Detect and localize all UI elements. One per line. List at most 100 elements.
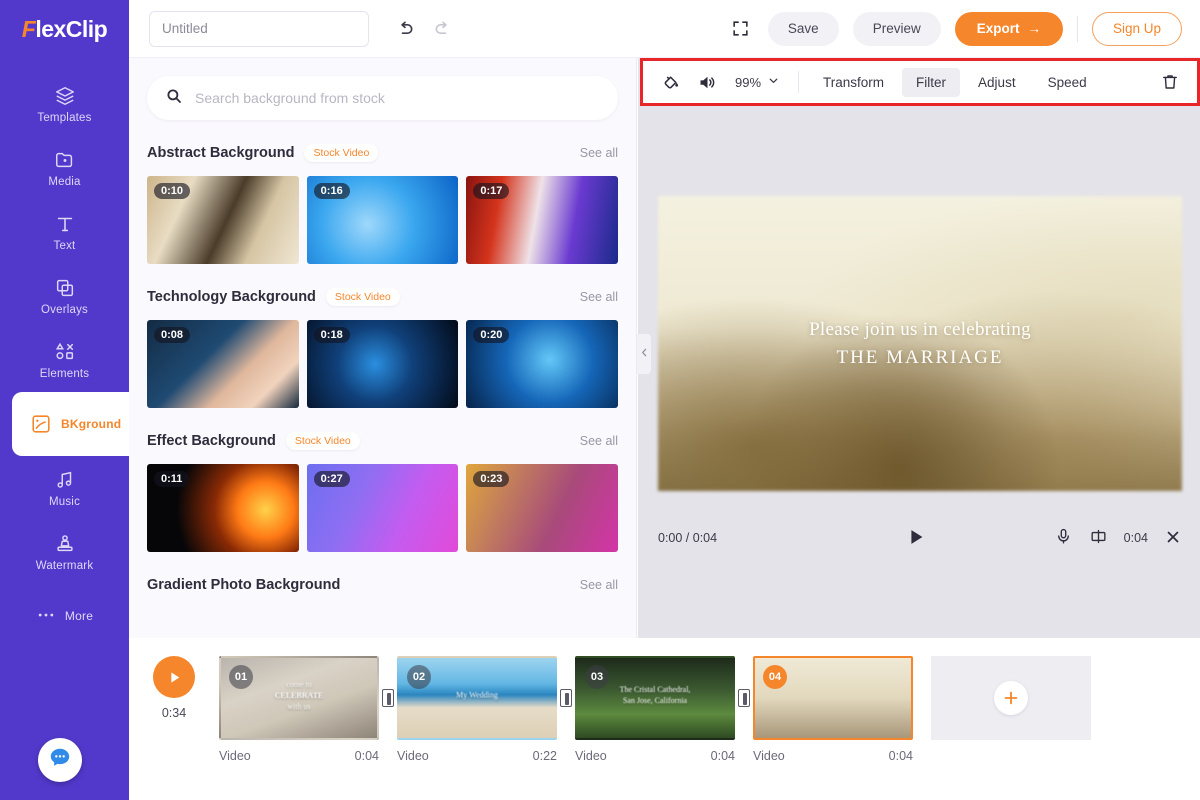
fullscreen-icon[interactable]	[728, 16, 754, 42]
section-thumbnails: 0:11 0:27 0:23	[147, 464, 619, 552]
clip-meta: Video 0:04	[575, 749, 735, 763]
see-all-link[interactable]: See all	[580, 146, 618, 160]
duration-badge: 0:27	[313, 471, 350, 487]
clip-meta: Video 0:04	[219, 749, 379, 763]
media-folder-icon	[54, 149, 76, 171]
background-thumbnail[interactable]: 0:23	[466, 464, 619, 552]
volume-icon[interactable]	[691, 66, 723, 98]
library-section-gradient-photo: Gradient Photo Background See all	[147, 572, 618, 598]
chat-support-button[interactable]	[38, 738, 82, 782]
chevron-down-icon	[767, 74, 780, 90]
microphone-icon[interactable]	[1054, 527, 1073, 549]
toolbar-divider	[798, 71, 800, 93]
sidebar-item-more[interactable]: More	[0, 584, 129, 648]
close-x-icon[interactable]	[1164, 528, 1182, 549]
section-thumbnails: 0:08 0:18 0:20	[147, 320, 619, 408]
search-icon	[165, 87, 183, 110]
duration-badge: 0:08	[154, 327, 191, 343]
sidebar-item-bkground[interactable]: BKground	[12, 392, 129, 456]
clip-thumbnail[interactable]: 01 come to CELEBRATE with us	[219, 656, 379, 740]
play-icon[interactable]	[905, 526, 927, 551]
see-all-link[interactable]: See all	[580, 578, 618, 592]
sidebar-item-label: Overlays	[41, 303, 88, 316]
video-preview-canvas[interactable]	[658, 196, 1182, 491]
clip-number-badge: 02	[407, 665, 431, 689]
text-t-icon	[54, 213, 76, 235]
elements-shapes-icon	[54, 341, 76, 363]
background-thumbnail[interactable]: 0:10	[147, 176, 299, 264]
export-label: Export	[976, 21, 1020, 36]
player-controls: 0:00 / 0:04 0:04	[658, 508, 1182, 568]
clip-meta: Video 0:04	[753, 749, 913, 763]
panel-collapse-handle[interactable]	[637, 334, 651, 374]
background-thumbnail[interactable]: 0:16	[306, 176, 459, 264]
transition-icon[interactable]	[557, 656, 575, 740]
section-thumbnails: 0:10 0:16 0:17	[147, 176, 619, 264]
section-title: Gradient Photo Background	[147, 577, 341, 593]
project-title-input[interactable]	[149, 10, 369, 47]
sidebar-item-media[interactable]: Media	[0, 136, 129, 200]
clip-overlay-text: The Cristal Cathedral, San Jose, Californ…	[619, 685, 691, 706]
export-button[interactable]: Export →	[954, 11, 1063, 46]
player-right-controls: 0:04	[1054, 527, 1182, 549]
timeline-clip-04: 04 Video 0:04	[753, 656, 913, 763]
search-input[interactable]	[195, 90, 600, 106]
undo-redo-group	[393, 17, 455, 41]
timeline-clip-01: 01 come to CELEBRATE with us Video 0:04	[219, 656, 379, 763]
sidebar-item-watermark[interactable]: Watermark	[0, 520, 129, 584]
section-header: Gradient Photo Background See all	[147, 572, 618, 598]
sidebar-items: Templates Media Text Overlays Elements B…	[0, 72, 129, 648]
app-logo[interactable]: FlexClip	[0, 0, 129, 58]
clip-thumbnail[interactable]: 03 The Cristal Cathedral, San Jose, Calif…	[575, 656, 735, 740]
tab-adjust[interactable]: Adjust	[964, 68, 1030, 97]
clip-thumbnail-selected[interactable]: 04	[753, 656, 913, 740]
sidebar: FlexClip Templates Media Text Overlays E…	[0, 0, 129, 800]
duration-badge: 0:23	[473, 471, 510, 487]
tab-filter[interactable]: Filter	[902, 67, 961, 97]
save-button[interactable]: Save	[767, 11, 839, 46]
timeline: 0:34 01 come to CELEBRATE with us Video 0:…	[129, 638, 1200, 800]
transition-icon[interactable]	[379, 656, 397, 740]
library-section-technology: Technology Background Stock Video See al…	[147, 284, 619, 408]
clip-duration-label: 0:22	[532, 749, 557, 763]
clip-duration-label: 0:04	[710, 749, 735, 763]
sidebar-item-templates[interactable]: Templates	[0, 72, 129, 136]
library-section-effect: Effect Background Stock Video See all 0:…	[147, 428, 619, 552]
see-all-link[interactable]: See all	[580, 434, 618, 448]
sidebar-item-text[interactable]: Text	[0, 200, 129, 264]
sidebar-item-elements[interactable]: Elements	[0, 328, 129, 392]
tab-speed[interactable]: Speed	[1034, 68, 1101, 97]
duration-badge: 0:16	[313, 183, 350, 199]
paint-bucket-icon[interactable]	[655, 66, 687, 98]
background-thumbnail[interactable]: 0:27	[306, 464, 459, 552]
background-thumbnail[interactable]: 0:20	[466, 320, 619, 408]
stock-video-badge: Stock Video	[325, 288, 400, 306]
preview-button[interactable]: Preview	[852, 11, 941, 46]
sign-up-button[interactable]: Sign Up	[1091, 11, 1182, 46]
sidebar-item-overlays[interactable]: Overlays	[0, 264, 129, 328]
section-header: Abstract Background Stock Video See all	[147, 140, 618, 166]
zoom-level-value: 99%	[735, 74, 762, 90]
transition-icon[interactable]	[735, 656, 753, 740]
clip-type-label: Video	[753, 749, 785, 763]
zoom-level-dropdown[interactable]: 99%	[727, 74, 788, 90]
background-thumbnail[interactable]: 0:18	[306, 320, 459, 408]
see-all-link[interactable]: See all	[580, 290, 618, 304]
play-circle-icon[interactable]	[153, 656, 195, 698]
sidebar-item-music[interactable]: Music	[0, 456, 129, 520]
background-thumbnail[interactable]: 0:17	[466, 176, 619, 264]
trash-icon[interactable]	[1155, 67, 1185, 97]
search-bar[interactable]	[147, 76, 618, 120]
redo-arrow-icon[interactable]	[431, 17, 455, 41]
background-thumbnail[interactable]: 0:08	[147, 320, 299, 408]
undo-arrow-icon[interactable]	[393, 17, 417, 41]
section-title: Technology Background	[147, 289, 316, 305]
ellipsis-icon	[36, 605, 56, 627]
clip-thumbnail[interactable]: 02 My Wedding	[397, 656, 557, 740]
clip-meta: Video 0:22	[397, 749, 557, 763]
add-clip-button[interactable]	[931, 656, 1091, 740]
tab-transform[interactable]: Transform	[809, 68, 898, 97]
background-thumbnail[interactable]: 0:11	[147, 464, 299, 552]
aspect-ratio-icon[interactable]	[1089, 527, 1108, 549]
stock-video-badge: Stock Video	[285, 432, 360, 450]
